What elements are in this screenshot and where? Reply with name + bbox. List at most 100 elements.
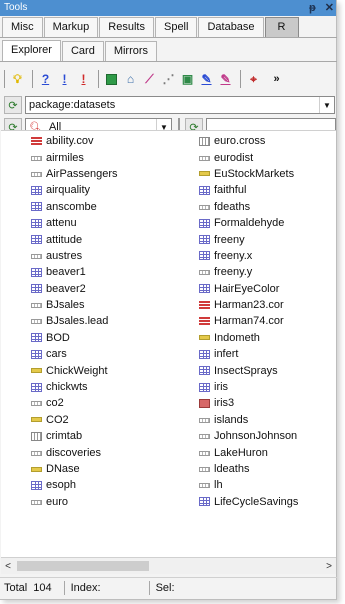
list-item[interactable]: islands [199, 412, 298, 428]
list-item[interactable]: iris3 [199, 395, 298, 411]
dataset-list[interactable]: ability.cov airmiles AirPassengers airquali… [1, 130, 336, 558]
dataset-type-icon [31, 382, 42, 392]
list-item[interactable]: chickwts [31, 379, 118, 395]
list-item[interactable]: DNase [31, 461, 118, 477]
tab-r[interactable]: R [264, 17, 299, 37]
list-item[interactable]: airmiles [31, 149, 118, 165]
tab-mirrors[interactable]: Mirrors [104, 41, 158, 61]
list-item[interactable]: HairEyeColor [199, 281, 298, 297]
list-item[interactable]: EuStockMarkets [199, 166, 298, 182]
list-item[interactable]: Formaldehyde [199, 215, 298, 231]
scroll-left-icon[interactable]: < [1, 561, 15, 572]
scroll-right-icon[interactable]: > [322, 561, 336, 572]
run-icon[interactable] [103, 71, 120, 88]
dataset-type-icon [31, 368, 42, 374]
list-item[interactable]: beaver2 [31, 281, 118, 297]
list-item[interactable]: BJsales [31, 297, 118, 313]
dataset-name: beaver2 [46, 282, 86, 295]
list-item[interactable]: Indometh [199, 330, 298, 346]
dataset-name: attitude [46, 233, 83, 246]
dataset-type-icon [31, 284, 42, 294]
list-item[interactable]: CO2 [31, 412, 118, 428]
dataset-type-icon [31, 171, 42, 177]
list-item[interactable]: JohnsonJohnson [199, 428, 298, 444]
list-item[interactable]: beaver1 [31, 264, 118, 280]
list-item[interactable]: airquality [31, 182, 118, 198]
list-item[interactable]: ChickWeight [31, 362, 118, 378]
chevron-down-icon[interactable]: ▼ [319, 97, 334, 113]
list-item[interactable]: attitude [31, 231, 118, 247]
list-item[interactable]: cars [31, 346, 118, 362]
tab-spell[interactable]: Spell [154, 17, 198, 37]
dataset-type-icon [31, 333, 42, 343]
dataset-name: BJsales.lead [46, 315, 109, 328]
pin-icon[interactable]: ᵽ [309, 2, 316, 14]
list-item[interactable]: Harman23.cor [199, 297, 298, 313]
overflow-icon[interactable]: » [268, 71, 285, 88]
refresh-icon[interactable]: ⟳ [4, 96, 22, 114]
warning-icon[interactable]: ! [56, 71, 73, 88]
horizontal-scrollbar[interactable]: < > [1, 558, 336, 574]
list-item[interactable]: freeny [199, 231, 298, 247]
build-icon[interactable]: ⌂ [122, 71, 139, 88]
list-item[interactable]: crimtab [31, 428, 118, 444]
list-item[interactable]: BJsales.lead [31, 313, 118, 329]
dataset-name: HairEyeColor [214, 282, 280, 295]
list-item[interactable]: euro.cross [199, 133, 298, 149]
list-item[interactable]: attenu [31, 215, 118, 231]
list-item[interactable]: euro [31, 494, 118, 510]
tab-misc[interactable]: Misc [2, 17, 43, 37]
list-item[interactable]: esoph [31, 477, 118, 493]
crosshair-icon[interactable]: ⌖ [245, 71, 262, 88]
chart-icon[interactable]: ⟋ [141, 71, 158, 88]
title-bar[interactable]: Tools ᵽ ✕ [0, 0, 336, 16]
list-item[interactable]: faithful [199, 182, 298, 198]
tab-results[interactable]: Results [99, 17, 154, 37]
list-item[interactable]: BOD [31, 330, 118, 346]
lightbulb-icon[interactable]: 💡︎ [9, 71, 26, 88]
window-icon[interactable]: ▣ [179, 71, 196, 88]
dataset-type-icon [199, 467, 210, 472]
matrix-icon[interactable]: ⋰ [160, 71, 177, 88]
dataset-name: iris [214, 381, 229, 394]
scroll-thumb[interactable] [17, 561, 149, 571]
list-item[interactable]: fdeaths [199, 199, 298, 215]
total-label: Total [4, 581, 28, 594]
list-item[interactable]: eurodist [199, 149, 298, 165]
close-icon[interactable]: ✕ [325, 2, 334, 14]
list-item[interactable]: iris [199, 379, 298, 395]
tab-database[interactable]: Database [198, 17, 264, 37]
list-item[interactable]: AirPassengers [31, 166, 118, 182]
list-item[interactable]: lh [199, 477, 298, 493]
dataset-type-icon [199, 497, 210, 507]
list-item[interactable]: discoveries [31, 444, 118, 460]
pen-icon[interactable]: ✎ [198, 71, 215, 88]
pen-alt-icon[interactable]: ✎ [217, 71, 234, 88]
list-item[interactable]: austres [31, 248, 118, 264]
list-item[interactable]: Harman74.cor [199, 313, 298, 329]
list-item[interactable]: anscombe [31, 199, 118, 215]
list-item[interactable]: LakeHuron [199, 444, 298, 460]
error-icon[interactable]: ! [75, 71, 92, 88]
help-icon[interactable]: ? [37, 71, 54, 88]
dataset-name: infert [214, 348, 239, 361]
dataset-name: freeny.y [214, 266, 253, 279]
tab-explorer[interactable]: Explorer [2, 40, 61, 61]
list-item[interactable]: ability.cov [31, 133, 118, 149]
dataset-type-icon [31, 499, 42, 505]
tab-card[interactable]: Card [61, 41, 104, 61]
list-item[interactable]: freeny.x [199, 248, 298, 264]
list-item[interactable]: co2 [31, 395, 118, 411]
list-item[interactable]: infert [199, 346, 298, 362]
list-item[interactable]: freeny.y [199, 264, 298, 280]
list-item[interactable]: LifeCycleSavings [199, 494, 298, 510]
list-item[interactable]: InsectSprays [199, 362, 298, 378]
dataset-type-icon [31, 466, 42, 472]
dataset-name: InsectSprays [214, 364, 278, 377]
dataset-name: BJsales [46, 299, 85, 312]
dataset-name: BOD [46, 331, 70, 344]
package-combo[interactable]: package:datasets ▼ [25, 96, 335, 114]
list-item[interactable]: ldeaths [199, 461, 298, 477]
tab-markup[interactable]: Markup [43, 17, 99, 37]
dataset-type-icon [31, 349, 42, 359]
